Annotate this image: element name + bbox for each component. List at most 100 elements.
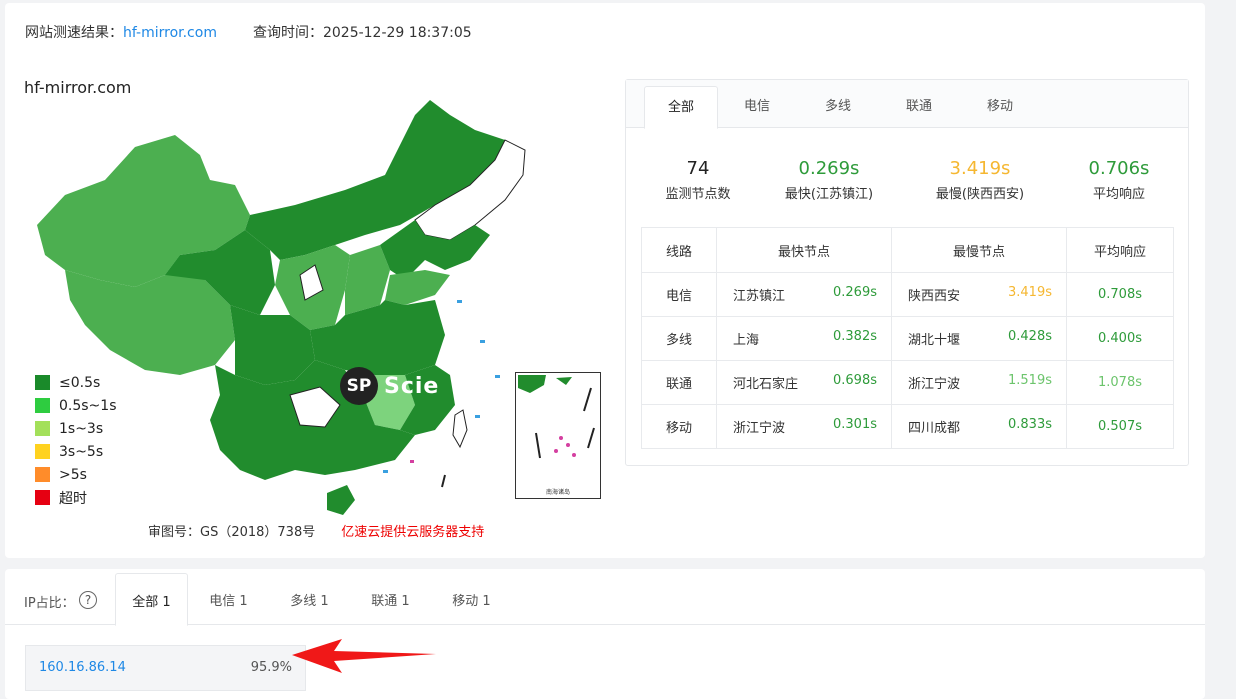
slowest-time: 0.428s [1008,329,1052,344]
legend-item: 1s~3s [35,417,117,440]
cell-line: 多线 [641,316,717,361]
legend-label: >5s [59,466,87,483]
legend-label: 0.5s~1s [59,397,117,414]
tab-ip-4[interactable]: 移动 1 [435,573,508,625]
cell-line: 移动 [641,404,717,449]
slowest-node: 浙江宁波 [908,377,961,392]
watermark: SP Scie [340,367,439,405]
summary-stat: 3.419s 最慢(陕西西安) [915,158,1045,202]
legend-label: 3s~5s [59,443,104,460]
stats-panel: 全部 电信 多线 联通 移动 74 监测节点数 0.269s 最快(江苏镇江) 3.419s 最慢… [625,79,1189,466]
cell-line: 联通 [641,360,717,405]
cell-slowest: 四川成都 0.833s [891,404,1067,449]
isp-tabs: 全部 电信 多线 联通 移动 [626,80,1188,129]
legend-label: ≤0.5s [59,374,101,391]
ip-percent: 95.9% [250,660,292,675]
table-row: 电信 江苏镇江 0.269s 陕西西安 3.419s 0.708s [641,272,1174,317]
legend-item: 0.5s~1s [35,394,117,417]
legend-swatch [35,444,50,459]
stat-label: 监测节点数 [665,187,731,202]
stat-value: 3.419s [949,158,1011,179]
fastest-time: 0.269s [833,285,877,300]
table-row: 移动 浙江宁波 0.301s 四川成都 0.833s 0.507s [641,404,1174,449]
region-shandong [385,270,450,305]
cell-average: 1.078s [1066,360,1174,405]
inset-label: 南海诸岛 [545,489,571,496]
legend-item: 3s~5s [35,440,117,463]
node-table: 线路 最快节点 最慢节点 平均响应 电信 江苏镇江 0.269s 陕西西安 3.419s… [641,227,1174,449]
site-link[interactable]: hf-mirror.com [123,25,217,41]
stat-label: 最快(江苏镇江) [784,187,874,202]
tab-isp-3[interactable]: 联通 [882,86,956,128]
slowest-node: 四川成都 [908,421,961,436]
map-footer: 审图号：GS（2018）738号 亿速云提供云服务器支持 [148,521,484,540]
summary-stat: 0.269s 最快(江苏镇江) [764,158,894,202]
legend-swatch [35,467,50,482]
table-row: 联通 河北石家庄 0.698s 浙江宁波 1.519s 1.078s [641,360,1174,405]
tab-isp-0[interactable]: 全部 [644,86,718,129]
ip-row[interactable]: 160.16.86.14 95.9% [25,645,306,691]
tab-isp-1[interactable]: 电信 [720,86,794,128]
tab-ip-1[interactable]: 电信 1 [192,573,265,625]
col-slowest: 最慢节点 [891,227,1067,273]
fastest-node: 浙江宁波 [733,421,786,436]
tab-ip-2[interactable]: 多线 1 [273,573,346,625]
watermark-badge: SP [340,367,378,405]
legend-item: 超时 [35,486,117,509]
col-fastest: 最快节点 [716,227,892,273]
tab-isp-4[interactable]: 移动 [963,86,1037,128]
result-label: 网站测速结果： [25,25,123,41]
help-icon[interactable]: ? [79,591,97,609]
tab-ip-0[interactable]: 全部 1 [115,573,188,626]
summary-stat: 0.706s 平均响应 [1054,158,1184,202]
legend-swatch [35,421,50,436]
legend-item: >5s [35,463,117,486]
cell-fastest: 浙江宁波 0.301s [716,404,892,449]
cell-fastest: 河北石家庄 0.698s [716,360,892,405]
cell-average: 0.400s [1066,316,1174,361]
cell-average: 0.708s [1066,272,1174,317]
legend-swatch [35,375,50,390]
fastest-time: 0.382s [833,329,877,344]
slowest-time: 1.519s [1008,373,1052,388]
result-header: 网站测速结果：hf-mirror.com 查询时间：2025-12-29 18:3… [25,22,472,42]
table-header-row: 线路 最快节点 最慢节点 平均响应 [641,227,1174,273]
fastest-node: 上海 [733,333,760,348]
summary-stat: 74 监测节点数 [633,158,763,202]
ip-share-card: 全部 1 电信 1 多线 1 联通 1 移动 1 IP占比： ? 160.16.86.1… [5,569,1205,699]
region-hainan [327,485,355,515]
map-approval-number: 审图号：GS（2018）738号 [148,525,316,540]
ip-tabs: 全部 1 电信 1 多线 1 联通 1 移动 1 [5,569,1205,626]
china-map-area: hf-mirror.com SP Scie 南海诸岛 ≤0.5s 0.5s~1s… [5,55,605,555]
time-value: 2025-12-29 18:37:05 [322,25,472,41]
fastest-node: 江苏镇江 [733,289,786,304]
time-label: 查询时间： [252,25,323,41]
cell-fastest: 江苏镇江 0.269s [716,272,892,317]
cell-slowest: 浙江宁波 1.519s [891,360,1067,405]
slowest-node: 陕西西安 [908,289,961,304]
cell-slowest: 陕西西安 3.419s [891,272,1067,317]
cell-average: 0.507s [1066,404,1174,449]
cell-fastest: 上海 0.382s [716,316,892,361]
stat-value: 0.706s [1088,158,1150,179]
legend-label: 超时 [59,490,87,507]
stat-label: 平均响应 [1092,187,1145,202]
ip-share-label: IP占比： [24,596,75,611]
col-line: 线路 [641,227,717,273]
tab-isp-2[interactable]: 多线 [801,86,875,128]
fastest-node: 河北石家庄 [733,377,799,392]
ip-address[interactable]: 160.16.86.14 [39,660,126,675]
stat-value: 74 [686,158,710,179]
legend-item: ≤0.5s [35,371,117,394]
cell-line: 电信 [641,272,717,317]
stat-value: 0.269s [798,158,860,179]
speed-test-card: 网站测速结果：hf-mirror.com 查询时间：2025-12-29 18:3… [5,3,1205,558]
legend-swatch [35,398,50,413]
tab-ip-3[interactable]: 联通 1 [354,573,427,625]
fastest-time: 0.301s [833,417,877,432]
region-taiwan [452,409,468,449]
sponsor-link[interactable]: 亿速云提供云服务器支持 [341,525,484,540]
legend-label: 1s~3s [59,420,104,437]
slowest-time: 0.833s [1008,417,1052,432]
stat-label: 最慢(陕西西安) [935,187,1025,202]
